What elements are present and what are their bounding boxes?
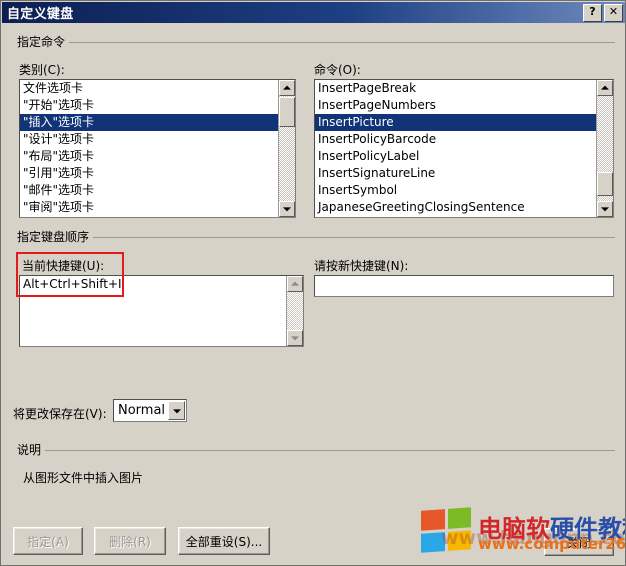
list-item[interactable]: JapaneseGreetingClosingSentence	[315, 199, 596, 216]
current-shortcut-scrollbar	[286, 276, 303, 346]
list-item[interactable]: 文件选项卡	[20, 80, 278, 97]
current-shortcut-listbox[interactable]: Alt+Ctrl+Shift+I	[19, 275, 304, 347]
list-item[interactable]: "开始"选项卡	[20, 97, 278, 114]
category-label: 类别(C):	[19, 63, 65, 77]
list-item[interactable]: "邮件"选项卡	[20, 182, 278, 199]
list-item[interactable]: "布局"选项卡	[20, 148, 278, 165]
list-item[interactable]: InsertSymbol	[315, 182, 596, 199]
chevron-up-icon	[291, 281, 299, 286]
category-listbox[interactable]: 文件选项卡 "开始"选项卡 "插入"选项卡 "设计"选项卡 "布局"选项卡 "引用"选项卡…	[19, 79, 296, 218]
current-shortcut-scroll-down-button	[287, 330, 303, 346]
current-shortcut-key-label: 当前快捷键(U):	[22, 259, 105, 273]
list-item[interactable]: InsertPageBreak	[315, 80, 596, 97]
chevron-down-icon	[283, 207, 291, 212]
chevron-up-icon	[601, 85, 609, 90]
list-item[interactable]: Alt+Ctrl+Shift+I	[20, 276, 286, 293]
list-item[interactable]: InsertPolicyBarcode	[315, 131, 596, 148]
command-list-items: InsertPageBreak InsertPageNumbers InsertPi…	[315, 80, 596, 217]
close-icon[interactable]: ✕	[604, 4, 623, 22]
save-changes-dropdown-button[interactable]	[168, 401, 185, 420]
command-scrollbar[interactable]	[596, 80, 613, 217]
list-item[interactable]: InsertPolicyLabel	[315, 148, 596, 165]
description-group-label: 说明	[13, 441, 46, 458]
new-shortcut-input[interactable]	[314, 275, 614, 297]
remove-button[interactable]: 删除(R)	[94, 527, 166, 555]
window-title: 自定义键盘	[7, 7, 74, 22]
save-changes-in-combobox[interactable]: Normal	[113, 399, 187, 422]
assign-keyboard-sequence-group-line	[13, 237, 615, 238]
command-scroll-down-button[interactable]	[597, 201, 613, 217]
chevron-down-icon	[601, 207, 609, 212]
command-scroll-up-button[interactable]	[597, 80, 613, 96]
assign-keyboard-sequence-group-label: 指定键盘顺序	[13, 228, 94, 245]
list-item[interactable]: "设计"选项卡	[20, 131, 278, 148]
assign-button[interactable]: 指定(A)	[13, 527, 83, 555]
list-item[interactable]: InsertSignatureLine	[315, 165, 596, 182]
reset-all-button[interactable]: 全部重设(S)...	[178, 527, 270, 555]
close-button[interactable]: 关闭	[544, 528, 614, 556]
command-scroll-thumb[interactable]	[597, 172, 613, 196]
category-scroll-down-button[interactable]	[279, 201, 295, 217]
current-shortcut-scroll-up-button	[287, 276, 303, 292]
title-bar: 自定义键盘 ? ✕	[2, 2, 625, 23]
assign-command-group-line	[13, 42, 615, 43]
command-listbox[interactable]: InsertPageBreak InsertPageNumbers InsertPi…	[314, 79, 614, 218]
assign-command-group-label: 指定命令	[13, 33, 70, 50]
category-scroll-up-button[interactable]	[279, 80, 295, 96]
list-item[interactable]: InsertPicture	[315, 114, 596, 131]
category-scroll-thumb[interactable]	[279, 97, 295, 127]
title-bar-buttons: ? ✕	[583, 4, 623, 22]
command-label: 命令(O):	[314, 63, 361, 77]
list-item[interactable]: "引用"选项卡	[20, 165, 278, 182]
chevron-down-icon	[172, 408, 181, 413]
category-list-items: 文件选项卡 "开始"选项卡 "插入"选项卡 "设计"选项卡 "布局"选项卡 "引用"选项卡…	[20, 80, 278, 217]
windows-logo-icon	[421, 507, 471, 553]
current-shortcut-items: Alt+Ctrl+Shift+I	[20, 276, 286, 346]
chevron-up-icon	[283, 85, 291, 90]
description-group-line	[13, 450, 615, 451]
help-icon[interactable]: ?	[583, 4, 602, 22]
save-changes-in-label: 将更改保存在(V):	[13, 407, 107, 421]
new-shortcut-key-label: 请按新快捷键(N):	[314, 259, 409, 273]
chevron-down-icon	[291, 336, 299, 341]
customize-keyboard-dialog: 自定义键盘 ? ✕ 指定命令 类别(C): 文件选项卡 "开始"选项卡 "插入"选项…	[0, 0, 626, 566]
list-item[interactable]: "审阅"选项卡	[20, 199, 278, 216]
save-changes-in-value: Normal	[118, 403, 166, 418]
list-item[interactable]: InsertPageNumbers	[315, 97, 596, 114]
list-item[interactable]: "插入"选项卡	[20, 114, 278, 131]
category-scrollbar[interactable]	[278, 80, 295, 217]
description-text: 从图形文件中插入图片	[23, 471, 144, 485]
